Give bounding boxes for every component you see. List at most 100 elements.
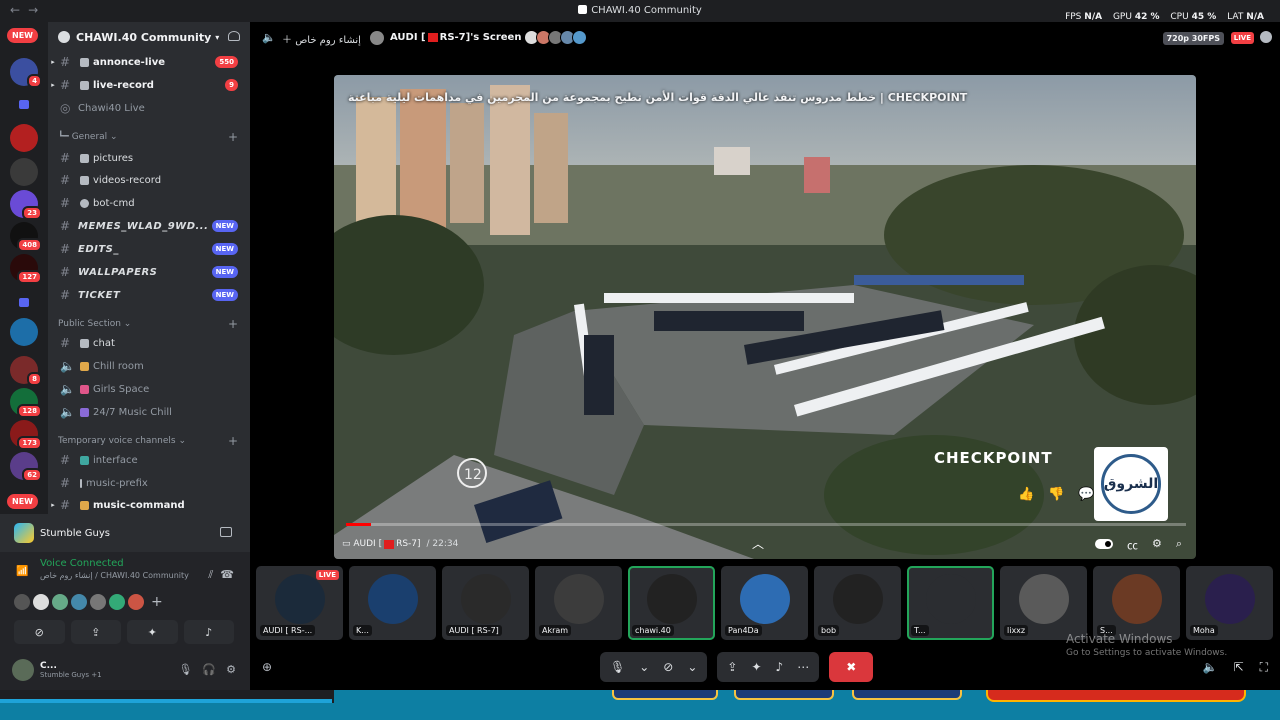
soundboard-button[interactable]: ♪ xyxy=(183,620,234,644)
participant-tile[interactable]: T... xyxy=(907,566,994,640)
viewer-avatars[interactable] xyxy=(524,30,588,45)
folder-icon[interactable] xyxy=(19,298,29,307)
voice-channel-chill-room[interactable]: 🔈 Chill room xyxy=(48,356,250,376)
participant-tile[interactable]: Pan4Da xyxy=(721,566,808,640)
quality-badge[interactable]: 720p 30FPS xyxy=(1162,32,1224,45)
channel-pictures[interactable]: # pictures xyxy=(48,148,250,168)
chevron-down-icon[interactable]: ⌄ xyxy=(687,660,697,674)
new-unreads-pill[interactable]: NEW xyxy=(7,28,38,43)
participant-tile[interactable]: S... xyxy=(1093,566,1180,640)
guild-header[interactable]: CHAWI.40 Community ▾ xyxy=(48,22,250,52)
server-icon[interactable]: 8 xyxy=(10,356,42,386)
avatar[interactable] xyxy=(71,594,87,610)
disconnect-button[interactable]: ✖ xyxy=(829,652,874,682)
activity-bar[interactable]: Stumble Guys xyxy=(0,514,250,552)
server-icon[interactable] xyxy=(10,124,38,152)
camera-off-button[interactable]: ⊘ xyxy=(14,620,65,644)
server-icon[interactable]: 128 xyxy=(10,388,42,418)
server-icon[interactable]: 4 xyxy=(10,58,42,88)
share-screen-icon[interactable]: ⇪ xyxy=(727,660,737,674)
chat-icon[interactable] xyxy=(1260,31,1272,43)
noise-suppression-icon[interactable]: ⫽ xyxy=(208,568,213,581)
channel-live-record[interactable]: ▸ # live-record 9 xyxy=(48,75,250,95)
channel-annonce-live[interactable]: ▸ # annonce-live 550 xyxy=(48,52,250,72)
server-icon[interactable]: 62 xyxy=(10,452,42,482)
activities-icon[interactable]: ✦ xyxy=(751,660,761,674)
zoom-icon[interactable]: ⌕ xyxy=(1176,537,1182,553)
participant-tile[interactable]: AUDI [ RS-... LIVE xyxy=(256,566,343,640)
server-icon[interactable]: 127 xyxy=(10,254,42,284)
more-icon[interactable]: ⋯ xyxy=(797,660,809,674)
voice-channel-girls-space[interactable]: 🔈 Girls Space xyxy=(48,379,250,399)
avatar[interactable] xyxy=(90,594,106,610)
avatar[interactable] xyxy=(128,594,144,610)
channel-bot-cmd[interactable]: # bot-cmd xyxy=(48,193,250,213)
server-icon[interactable]: 173 xyxy=(10,420,42,450)
participant-tile[interactable]: K... xyxy=(349,566,436,640)
channel-chat[interactable]: # chat xyxy=(48,333,250,353)
folder-icon[interactable] xyxy=(19,100,29,109)
voice-channel-music-chill[interactable]: 🔈 24/7 Music Chill xyxy=(48,402,250,422)
volume-icon[interactable]: 🔈 xyxy=(1203,660,1218,675)
server-icon[interactable]: 23 xyxy=(10,190,42,220)
microphone-icon[interactable]: 🎙 xyxy=(610,660,625,674)
create-room-button[interactable]: ＋ إنشاء روم خاص xyxy=(282,31,361,46)
channel-ticket[interactable]: # TICKET NEW xyxy=(48,285,250,305)
invite-icon[interactable]: ⊕ xyxy=(262,660,272,674)
participant-tile[interactable]: AUDI [ RS-7] xyxy=(442,566,529,640)
headphones-icon[interactable]: 🎧 xyxy=(202,663,216,676)
camera-off-icon[interactable]: ⊘ xyxy=(663,660,673,674)
category-public-section[interactable]: Public Section ⌄ + xyxy=(58,317,238,331)
channel-chawi40-live[interactable]: ◎ Chawi40 Live xyxy=(48,98,250,118)
add-user-icon[interactable] xyxy=(228,31,240,41)
channel-music-prefix[interactable]: # music-prefix xyxy=(48,473,250,493)
new-unreads-pill[interactable]: NEW xyxy=(7,494,38,509)
channel-memes[interactable]: # MEMES_WLAD_9WD... NEW xyxy=(48,216,250,236)
screen-share-icon[interactable] xyxy=(220,527,232,537)
share-screen-button[interactable]: ⇪ xyxy=(70,620,121,644)
volume-icon[interactable]: 🔈 xyxy=(262,31,276,44)
fullscreen-icon[interactable]: ⛶ xyxy=(1260,660,1268,675)
thumbs-down-icon[interactable]: 👎 xyxy=(1048,487,1064,502)
channel-interface[interactable]: # interface xyxy=(48,450,250,470)
chevron-down-icon[interactable]: ⌄ xyxy=(639,660,649,674)
avatar[interactable] xyxy=(14,594,30,610)
popout-icon[interactable]: ⇱ xyxy=(1234,660,1244,675)
channel-music-command[interactable]: ▸ # music-command xyxy=(48,495,250,514)
comment-icon[interactable]: 💬 xyxy=(1078,487,1094,502)
captions-icon[interactable]: ㏄ xyxy=(1127,537,1138,553)
disconnect-icon[interactable]: ☎ xyxy=(220,568,234,581)
avatar[interactable] xyxy=(33,594,49,610)
stream-video[interactable]: 12 خطط مدروس تنفذ عالي الدقة قوات الأمن … xyxy=(334,75,1196,559)
channel-edits[interactable]: # EDITS_ NEW xyxy=(48,239,250,259)
add-channel-icon[interactable]: + xyxy=(228,130,238,144)
video-progress-bar[interactable] xyxy=(346,523,1186,526)
avatar[interactable] xyxy=(109,594,125,610)
chevron-up-icon[interactable]: ︿ xyxy=(752,535,764,552)
gear-icon[interactable]: ⚙ xyxy=(226,663,236,676)
server-icon[interactable] xyxy=(10,318,38,346)
autoplay-toggle[interactable] xyxy=(1094,539,1113,549)
soundboard-icon[interactable]: ♪ xyxy=(776,660,784,674)
save-icon[interactable]: ⧉ xyxy=(1109,487,1118,502)
participant-tile[interactable]: Moha xyxy=(1186,566,1273,640)
participant-tile[interactable]: Akram xyxy=(535,566,622,640)
category-temporary-voice[interactable]: Temporary voice channels ⌄ + xyxy=(58,434,238,448)
avatar[interactable] xyxy=(12,659,34,681)
participant-tile[interactable]: chawi.40 xyxy=(628,566,715,640)
thumbs-up-icon[interactable]: 👍 xyxy=(1018,487,1034,502)
server-icon[interactable] xyxy=(10,158,38,186)
participant-tile[interactable]: lixxz xyxy=(1000,566,1087,640)
add-channel-icon[interactable]: + xyxy=(228,317,238,331)
channel-wallpapers[interactable]: # WALLPAPERS NEW xyxy=(48,262,250,282)
gear-icon[interactable]: ⚙ xyxy=(1152,537,1162,553)
channel-videos-record[interactable]: # videos-record xyxy=(48,170,250,190)
plus-icon[interactable]: + xyxy=(151,594,167,610)
category-general[interactable]: ┗━ General ⌄ + xyxy=(58,130,238,144)
microphone-icon[interactable]: 🎙 xyxy=(178,663,192,676)
avatar[interactable] xyxy=(52,594,68,610)
participant-tile[interactable]: bob xyxy=(814,566,901,640)
server-icon[interactable]: 408 xyxy=(10,222,42,252)
activities-button[interactable]: ✦ xyxy=(127,620,178,644)
share-icon[interactable]: ➦ xyxy=(1132,487,1143,502)
